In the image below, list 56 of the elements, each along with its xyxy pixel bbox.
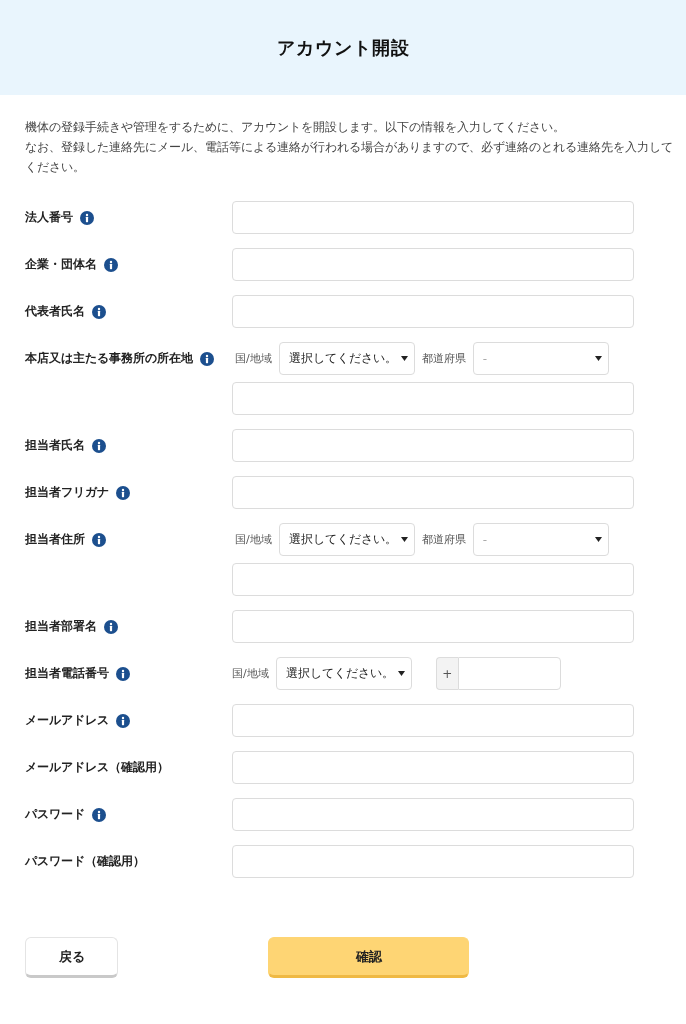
phone-number-field[interactable] bbox=[457, 657, 561, 690]
country-select[interactable]: 選択してください。 bbox=[278, 342, 415, 375]
text-input-field[interactable] bbox=[232, 610, 634, 643]
field-label: メールアドレス（確認用） bbox=[25, 759, 169, 776]
info-icon[interactable] bbox=[80, 210, 94, 225]
text-input-field[interactable] bbox=[232, 429, 634, 462]
address-input-field[interactable] bbox=[232, 382, 634, 415]
info-icon[interactable] bbox=[92, 807, 106, 822]
info-icon[interactable] bbox=[92, 438, 106, 453]
back-button[interactable]: 戻る bbox=[25, 937, 118, 978]
confirm-button[interactable]: 確認 bbox=[268, 937, 469, 978]
text-input-field[interactable] bbox=[232, 704, 634, 737]
field-label: パスワード bbox=[25, 806, 85, 823]
page-title: アカウント開設 bbox=[276, 35, 410, 60]
country-label: 国/地域 bbox=[235, 351, 272, 366]
text-input-field[interactable] bbox=[232, 248, 634, 281]
caret-icon bbox=[594, 537, 602, 542]
caret-icon bbox=[400, 356, 408, 361]
caret-icon bbox=[400, 537, 408, 542]
info-icon[interactable] bbox=[116, 485, 130, 500]
address-input-field[interactable] bbox=[232, 563, 634, 596]
info-icon[interactable] bbox=[104, 257, 118, 272]
info-icon[interactable] bbox=[104, 619, 118, 634]
text-input-field[interactable] bbox=[232, 476, 634, 509]
info-icon[interactable] bbox=[92, 304, 106, 319]
field-label: 代表者氏名 bbox=[25, 303, 85, 320]
info-icon[interactable] bbox=[200, 351, 214, 366]
field-label: 企業・団体名 bbox=[25, 256, 97, 273]
info-icon[interactable] bbox=[116, 666, 130, 681]
info-icon[interactable] bbox=[116, 713, 130, 728]
country-label: 国/地域 bbox=[235, 532, 272, 547]
text-input-field[interactable] bbox=[232, 295, 634, 328]
info-icon[interactable] bbox=[92, 532, 106, 547]
text-input-field[interactable] bbox=[232, 751, 634, 784]
field-label: 担当者氏名 bbox=[25, 437, 85, 454]
intro-text: 機体の登録手続きや管理をするために、アカウントを開設します。以下の情報を入力してください。 bbox=[25, 119, 566, 136]
field-label: 法人番号 bbox=[25, 209, 73, 226]
field-label: 担当者部署名 bbox=[25, 618, 97, 635]
country-select[interactable]: 選択してください。 bbox=[275, 657, 412, 690]
prefecture-label: 都道府県 bbox=[421, 532, 466, 547]
caret-icon bbox=[397, 671, 405, 676]
caret-icon bbox=[594, 356, 602, 361]
country-code-prefix: + bbox=[435, 657, 458, 690]
text-input-field[interactable] bbox=[232, 845, 634, 878]
prefecture-label: 都道府県 bbox=[421, 351, 466, 366]
field-label: 本店又は主たる事務所の所在地 bbox=[25, 350, 193, 367]
text-input-field[interactable] bbox=[232, 201, 634, 234]
country-select[interactable]: 選択してください。 bbox=[278, 523, 415, 556]
text-input-field[interactable] bbox=[232, 798, 634, 831]
field-label: 担当者住所 bbox=[25, 531, 85, 548]
field-label: パスワード（確認用） bbox=[25, 853, 145, 870]
field-label: 担当者電話番号 bbox=[25, 665, 109, 682]
country-label: 国/地域 bbox=[232, 666, 269, 681]
field-label: 担当者フリガナ bbox=[25, 484, 109, 501]
field-label: メールアドレス bbox=[25, 712, 109, 729]
intro-text: なお、登録した連絡先にメール、電話等による連絡が行われる場合がありますので、必ず連絡のとれる連絡先を入力してください。 bbox=[25, 139, 674, 176]
